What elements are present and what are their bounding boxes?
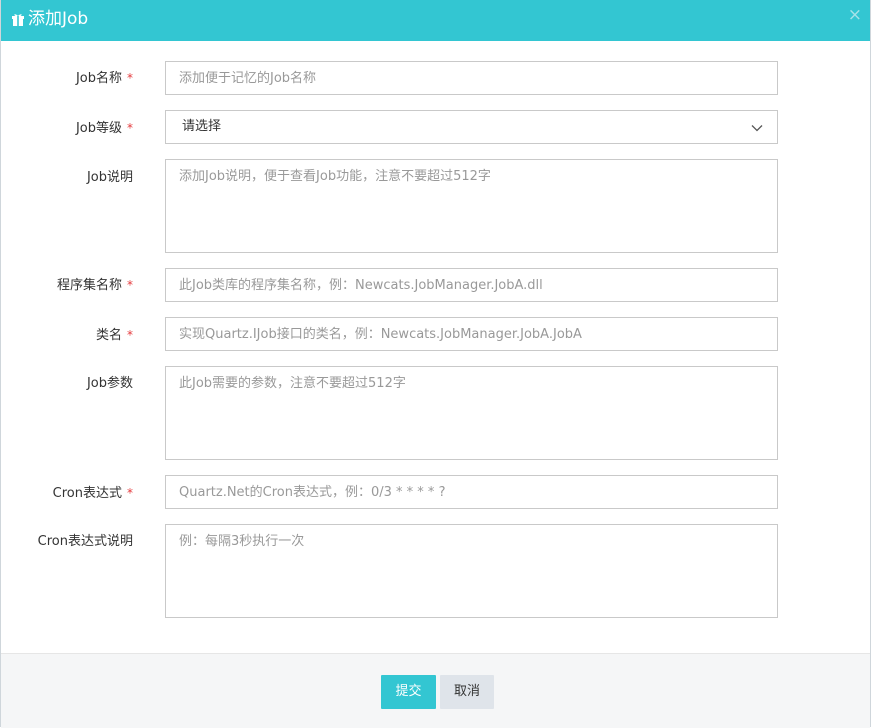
required-mark: * bbox=[127, 486, 133, 500]
close-icon[interactable]: × bbox=[848, 5, 862, 25]
job-level-select[interactable]: 请选择 bbox=[165, 110, 778, 144]
class-name-input[interactable] bbox=[165, 317, 778, 351]
gift-icon bbox=[12, 14, 24, 26]
add-job-dialog: 添加Job × Job名称* Job等级* 请选择 Job说明 程序集名称* 类… bbox=[0, 0, 871, 728]
chevron-down-icon bbox=[751, 125, 763, 132]
job-level-label: Job等级 * bbox=[75, 121, 133, 136]
dialog-header: 添加Job × bbox=[1, 0, 870, 41]
cron-input[interactable] bbox=[165, 475, 778, 509]
job-params-label: Job参数 bbox=[86, 376, 133, 391]
submit-button[interactable]: 提交 bbox=[381, 675, 436, 709]
job-params-textarea[interactable] bbox=[165, 366, 778, 460]
dialog-footer: 提交 取消 bbox=[1, 653, 870, 728]
assembly-name-label: 程序集名称 * bbox=[56, 278, 133, 293]
job-desc-label: Job说明 bbox=[86, 170, 133, 185]
cancel-button[interactable]: 取消 bbox=[440, 675, 494, 709]
required-mark: * bbox=[127, 328, 133, 342]
dialog-title: 添加Job bbox=[28, 9, 89, 29]
job-level-selected: 请选择 bbox=[182, 119, 222, 134]
assembly-name-input[interactable] bbox=[165, 268, 778, 302]
required-mark: * bbox=[127, 71, 133, 85]
job-desc-textarea[interactable] bbox=[165, 159, 778, 253]
required-mark: * bbox=[127, 278, 133, 292]
cron-desc-textarea[interactable] bbox=[165, 524, 778, 618]
job-name-label: Job名称 * bbox=[75, 71, 133, 86]
cron-desc-label: Cron表达式说明 bbox=[37, 534, 133, 549]
cron-label: Cron表达式 * bbox=[52, 486, 133, 501]
required-mark: * bbox=[127, 121, 133, 135]
job-name-input[interactable] bbox=[165, 61, 778, 95]
class-name-label: 类名 * bbox=[95, 328, 133, 343]
